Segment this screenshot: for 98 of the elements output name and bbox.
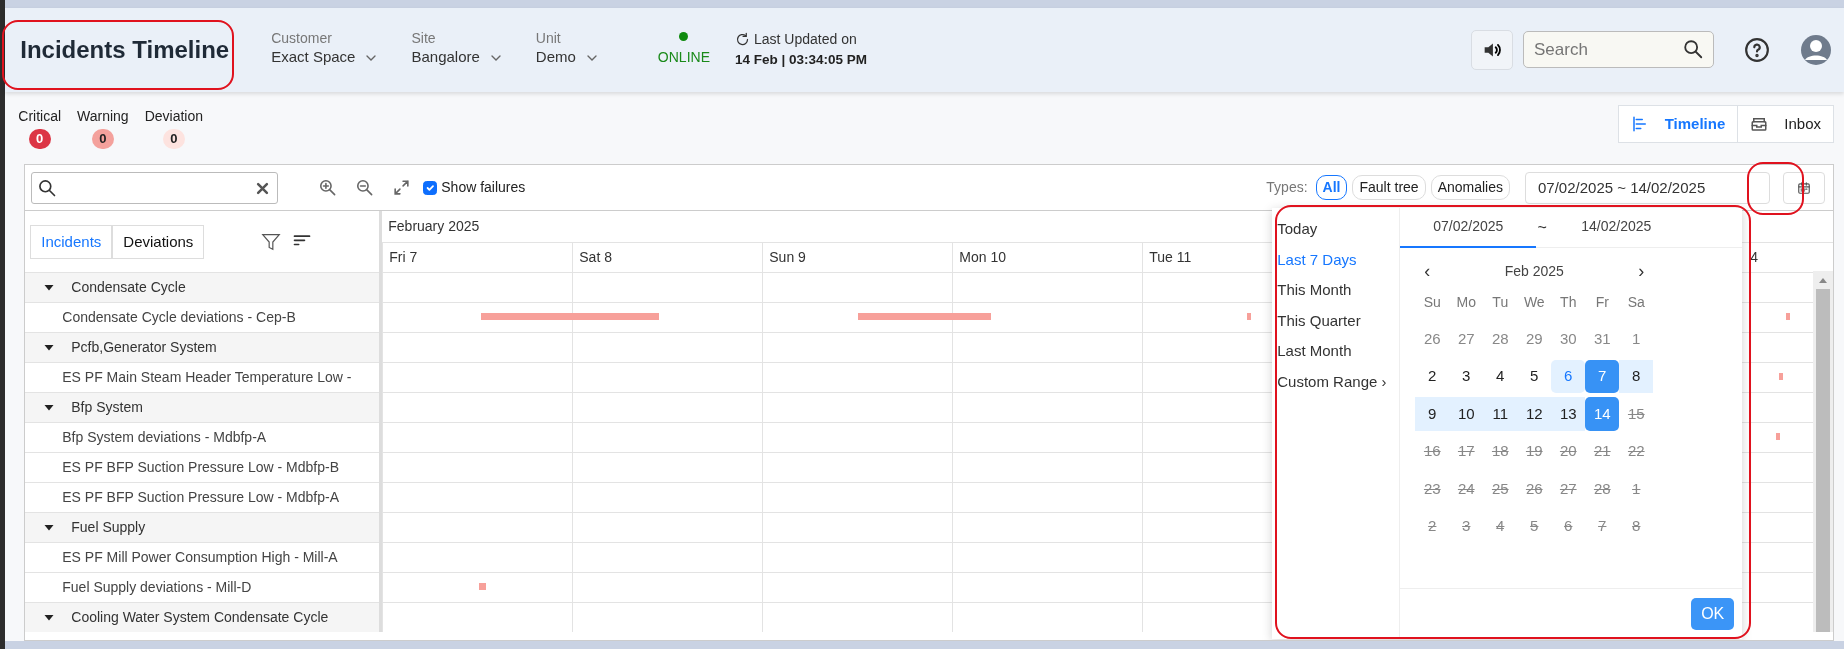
- calendar-day[interactable]: 2: [1415, 359, 1450, 394]
- search-field[interactable]: Search: [1523, 31, 1714, 69]
- range-preset[interactable]: Last Month: [1272, 336, 1352, 367]
- types-label: Types:: [1266, 178, 1308, 198]
- calendar-day[interactable]: 26: [1415, 322, 1450, 356]
- counter-label: Warning: [77, 107, 129, 126]
- day-label: 4: [1750, 248, 1759, 268]
- calendar-day[interactable]: 6: [1551, 359, 1586, 394]
- incident-bar: [1779, 373, 1784, 381]
- weekday-label: Th: [1559, 292, 1578, 312]
- range-preset[interactable]: Today: [1272, 214, 1318, 245]
- status-text: ONLINE: [657, 47, 710, 67]
- previous-month-button[interactable]: ‹: [1415, 256, 1440, 286]
- checkbox-label: Show failures: [441, 178, 526, 198]
- filter-dropdown[interactable]: Demo: [535, 46, 600, 69]
- counter-label: Critical: [18, 107, 62, 126]
- range-preset[interactable]: Custom Range ›: [1272, 366, 1387, 398]
- incident-row[interactable]: ES PF BFP Suction Pressure Low - Mdbfp-B: [25, 452, 380, 483]
- range-preset[interactable]: This Quarter: [1272, 305, 1361, 337]
- calendar-day[interactable]: 10: [1449, 397, 1484, 431]
- group-row[interactable]: Cooling Water System Condensate Cycle: [25, 602, 380, 633]
- filter-label: Unit: [535, 31, 562, 47]
- calendar-button[interactable]: [1783, 171, 1825, 204]
- calendar-day[interactable]: 27: [1449, 322, 1484, 356]
- type-filter[interactable]: Anomalies: [1430, 175, 1510, 201]
- count-badge: 0: [91, 129, 114, 149]
- weekday-label: Sa: [1626, 292, 1646, 312]
- filter-label: Customer: [271, 31, 333, 47]
- group-row[interactable]: Bfp System: [25, 392, 380, 423]
- group-row[interactable]: Condensate Cycle: [25, 272, 380, 303]
- calendar-day[interactable]: 3: [1449, 359, 1484, 394]
- type-filter[interactable]: All: [1315, 175, 1348, 201]
- incident-row[interactable]: Bfp System deviations - Mdbfp-A: [25, 422, 380, 453]
- avatar-icon[interactable]: [1800, 33, 1832, 66]
- calendar-day[interactable]: 12: [1517, 397, 1552, 431]
- day-label: Sun 9: [769, 248, 806, 268]
- search-icon: [37, 177, 58, 198]
- day-label: Tue 11: [1149, 248, 1192, 268]
- calendar-day[interactable]: 11: [1483, 397, 1518, 431]
- calendar-day[interactable]: 9: [1415, 397, 1450, 431]
- next-month-button[interactable]: ›: [1629, 256, 1654, 286]
- zoom-out-icon[interactable]: [355, 178, 375, 198]
- incident-bar: [1247, 313, 1252, 321]
- calendar-day[interactable]: 30: [1551, 322, 1586, 356]
- calendar-day[interactable]: 5: [1517, 359, 1552, 394]
- calendar-day[interactable]: 8: [1619, 359, 1654, 394]
- calendar-day[interactable]: 13: [1551, 397, 1586, 431]
- filter-label: Site: [411, 31, 437, 47]
- day-label: Mon 10: [959, 248, 1006, 268]
- last-updated-time: 14 Feb | 03:34:05 PM: [734, 51, 868, 70]
- tray-icon: [1750, 115, 1769, 133]
- group-row[interactable]: Fuel Supply: [25, 512, 380, 543]
- incident-bar: [479, 583, 487, 591]
- show-failures-checkbox[interactable]: [423, 180, 438, 195]
- refresh-icon: [734, 32, 750, 48]
- scroll-up-icon[interactable]: [1818, 276, 1828, 285]
- type-filter[interactable]: Fault tree: [1352, 175, 1426, 201]
- month-title: Feb 2025: [1504, 261, 1564, 281]
- calendar-icon: [1797, 180, 1811, 195]
- clear-icon[interactable]: [255, 180, 271, 196]
- calendar-day[interactable]: 4: [1483, 359, 1518, 394]
- weekday-label: Su: [1422, 292, 1442, 312]
- day-label: Fri 7: [389, 248, 418, 268]
- range-preset[interactable]: Last 7 Days: [1272, 244, 1357, 276]
- list-tab[interactable]: Deviations: [112, 224, 205, 259]
- list-tab[interactable]: Incidents: [30, 224, 113, 259]
- day-label: Sat 8: [579, 248, 612, 268]
- expand-icon[interactable]: [392, 178, 412, 198]
- weekday-label: Tu: [1491, 292, 1510, 312]
- zoom-in-icon[interactable]: [318, 178, 338, 198]
- start-date-tab[interactable]: 07/02/2025: [1400, 207, 1537, 248]
- incident-bar: [1786, 313, 1791, 321]
- group-row[interactable]: Pcfb,Generator System: [25, 332, 380, 363]
- filter-dropdown[interactable]: Bangalore: [411, 46, 504, 69]
- last-updated-label: Last Updated on: [753, 30, 857, 50]
- count-badge: 0: [162, 129, 185, 149]
- counter-label: Deviation: [144, 107, 204, 126]
- count-badge: 0: [28, 129, 51, 149]
- range-preset[interactable]: This Month: [1272, 275, 1352, 306]
- page-title: Incidents Timeline: [20, 36, 230, 64]
- weekday-label: We: [1522, 292, 1546, 312]
- calendar-day[interactable]: 1: [1619, 322, 1654, 356]
- speaker-button[interactable]: [1471, 29, 1513, 70]
- incident-bar: [1776, 433, 1781, 441]
- calendar-day[interactable]: 31: [1585, 322, 1620, 356]
- scrollbar-thumb[interactable]: [1816, 289, 1830, 633]
- range-separator: ~: [1536, 217, 1548, 238]
- filter-dropdown[interactable]: Exact Space: [271, 46, 380, 69]
- date-range-field[interactable]: 07/02/2025 ~ 14/02/2025: [1525, 171, 1770, 204]
- weekday-label: Fr: [1594, 292, 1610, 312]
- incident-row[interactable]: ES PF Mill Power Consumption High - Mill-A: [25, 542, 380, 573]
- search-field[interactable]: [31, 171, 279, 204]
- timeline-icon: [1630, 115, 1649, 133]
- help-icon[interactable]: [1744, 36, 1770, 63]
- calendar-day[interactable]: 28: [1483, 322, 1518, 356]
- calendar-day[interactable]: 29: [1517, 322, 1552, 356]
- weekday-label: Mo: [1455, 292, 1477, 312]
- search-icon: [1682, 38, 1704, 61]
